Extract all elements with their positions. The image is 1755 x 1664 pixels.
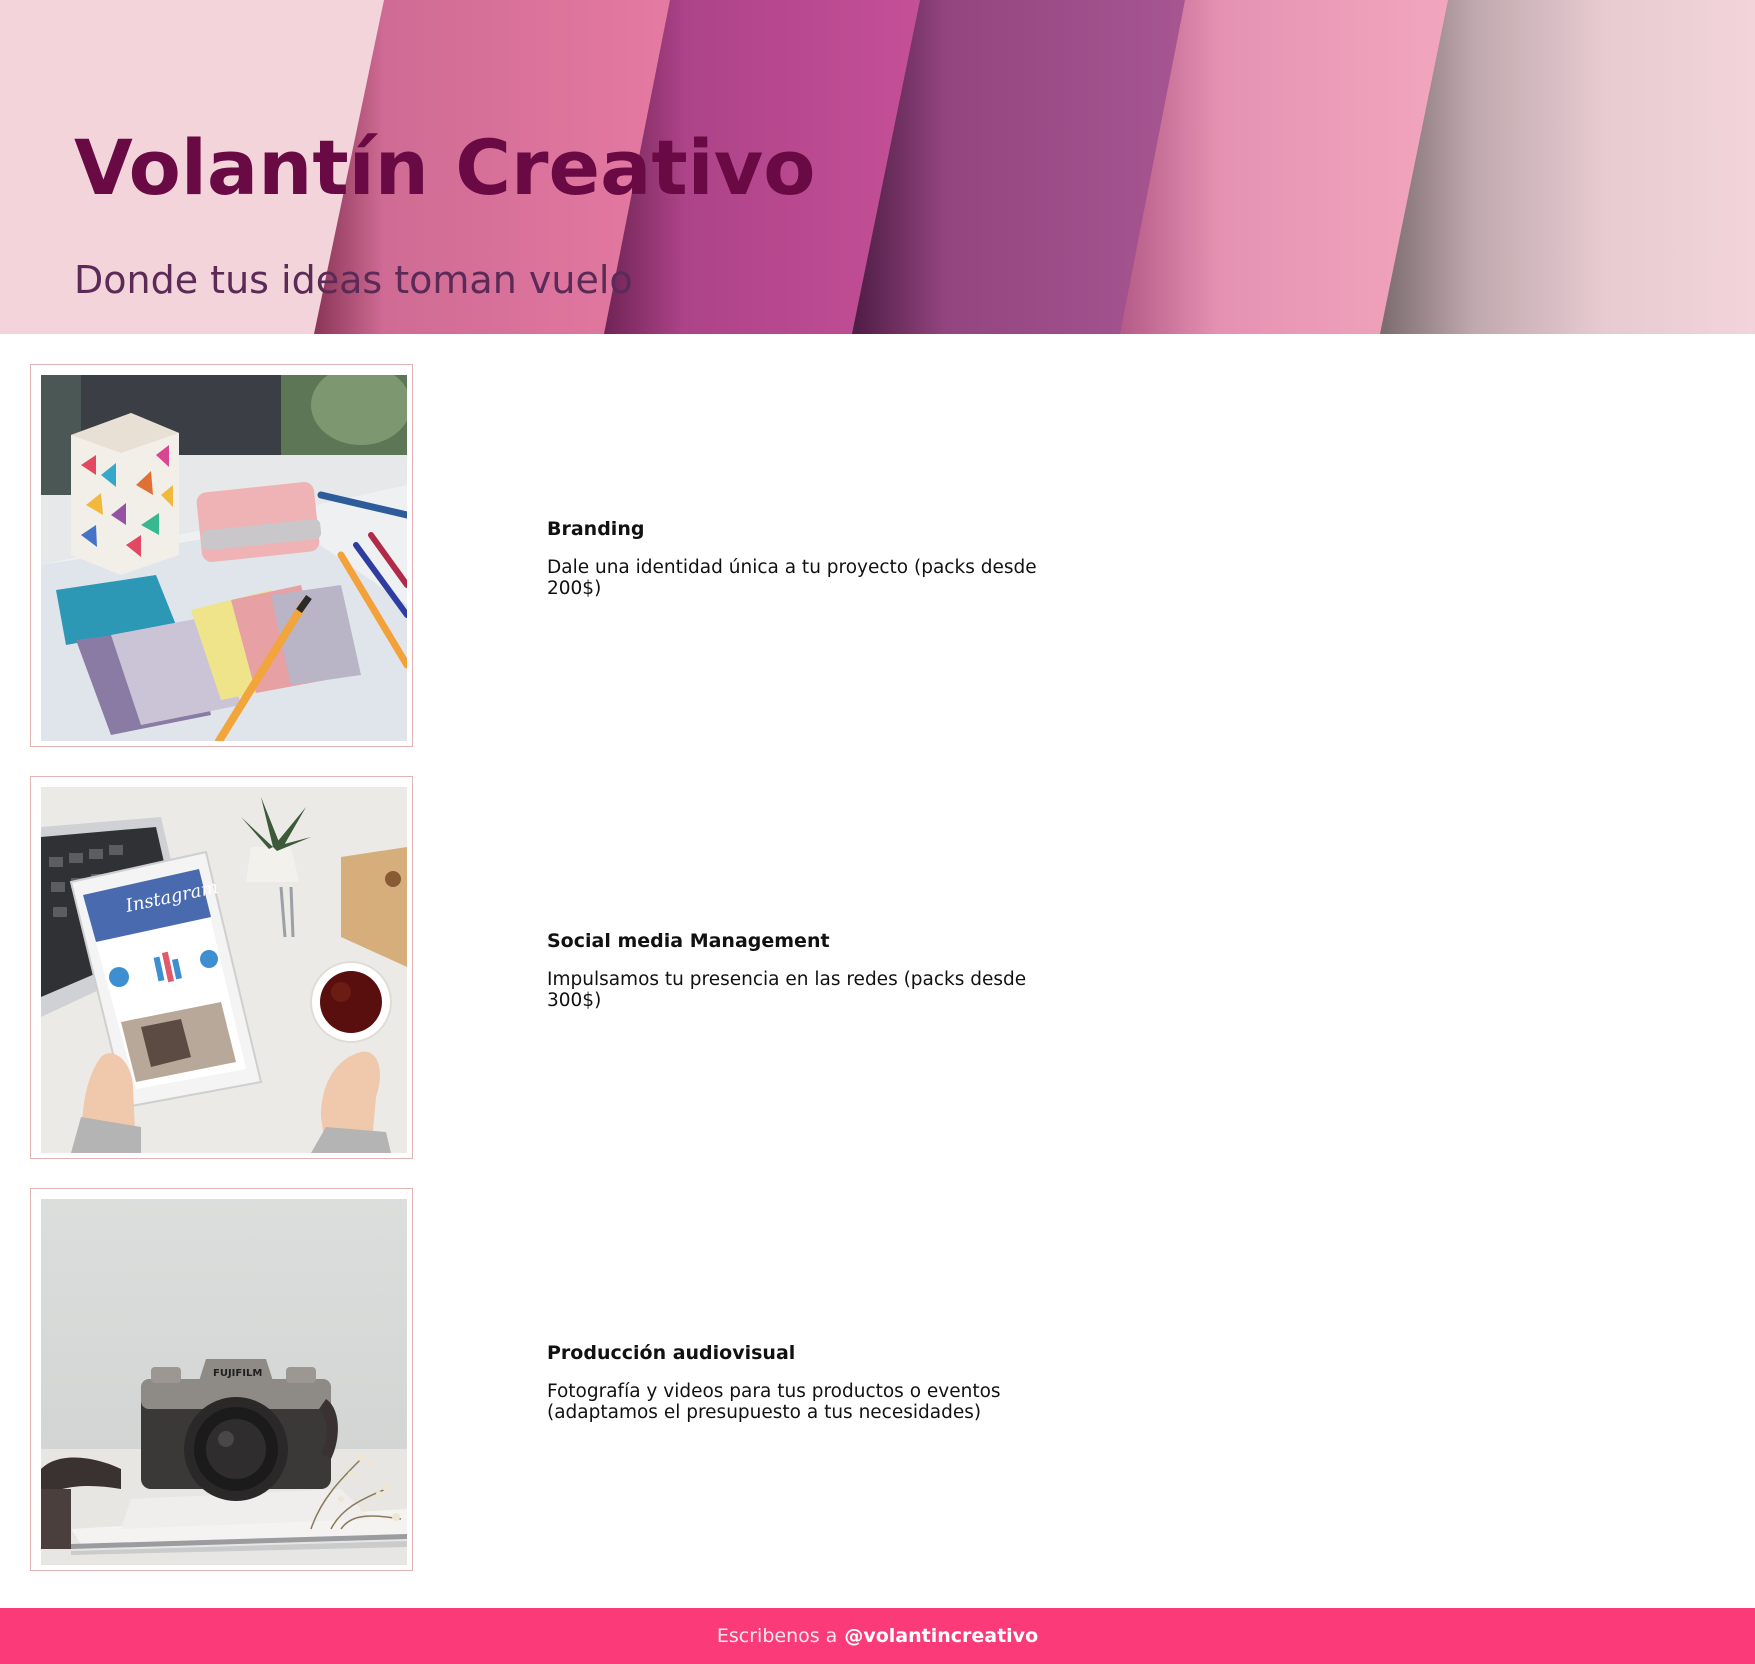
service-text: Producción audiovisual Fotografía y vide… (547, 1341, 1067, 1423)
camera-brand-text: FUJIFILM (213, 1368, 262, 1379)
hero-header: Volantín Creativo Donde tus ideas toman … (0, 0, 1755, 334)
brand-tagline: Donde tus ideas toman vuelo (74, 258, 633, 302)
service-description: Dale una identidad única a tu proyecto (… (547, 557, 1037, 599)
service-card-branding: Branding Dale una identidad única a tu p… (0, 364, 1755, 750)
service-title: Branding (547, 518, 645, 540)
footer-prefix: Escribenos a (716, 1625, 838, 1647)
service-card-social-media: Instagram Social media Management Impuls… (0, 776, 1755, 1162)
service-description: Fotografía y videos para tus productos o… (547, 1381, 1001, 1423)
tablet-instagram-photo: Instagram (41, 787, 407, 1153)
service-description: Impulsamos tu presencia en las redes (pa… (547, 969, 1027, 1011)
service-title: Social media Management (547, 930, 830, 952)
service-image-frame: Instagram (30, 776, 413, 1159)
camera-photo: FUJIFILM (41, 1199, 407, 1565)
footer: Escribenos a @volantincreativo (0, 1608, 1755, 1664)
service-image-frame: FUJIFILM (30, 1188, 413, 1571)
brand-title: Volantín Creativo (74, 123, 816, 212)
service-image-frame (30, 364, 413, 747)
color-swatches-photo (41, 375, 407, 741)
service-card-audiovisual: FUJIFILM Producción audiovisual Fotograf… (0, 1188, 1755, 1574)
page: Volantín Creativo Donde tus ideas toman … (0, 0, 1755, 1664)
service-text: Branding Dale una identidad única a tu p… (547, 517, 1067, 599)
footer-handle-link[interactable]: @volantincreativo (844, 1625, 1038, 1647)
service-text: Social media Management Impulsamos tu pr… (547, 929, 1067, 1011)
service-title: Producción audiovisual (547, 1342, 796, 1364)
